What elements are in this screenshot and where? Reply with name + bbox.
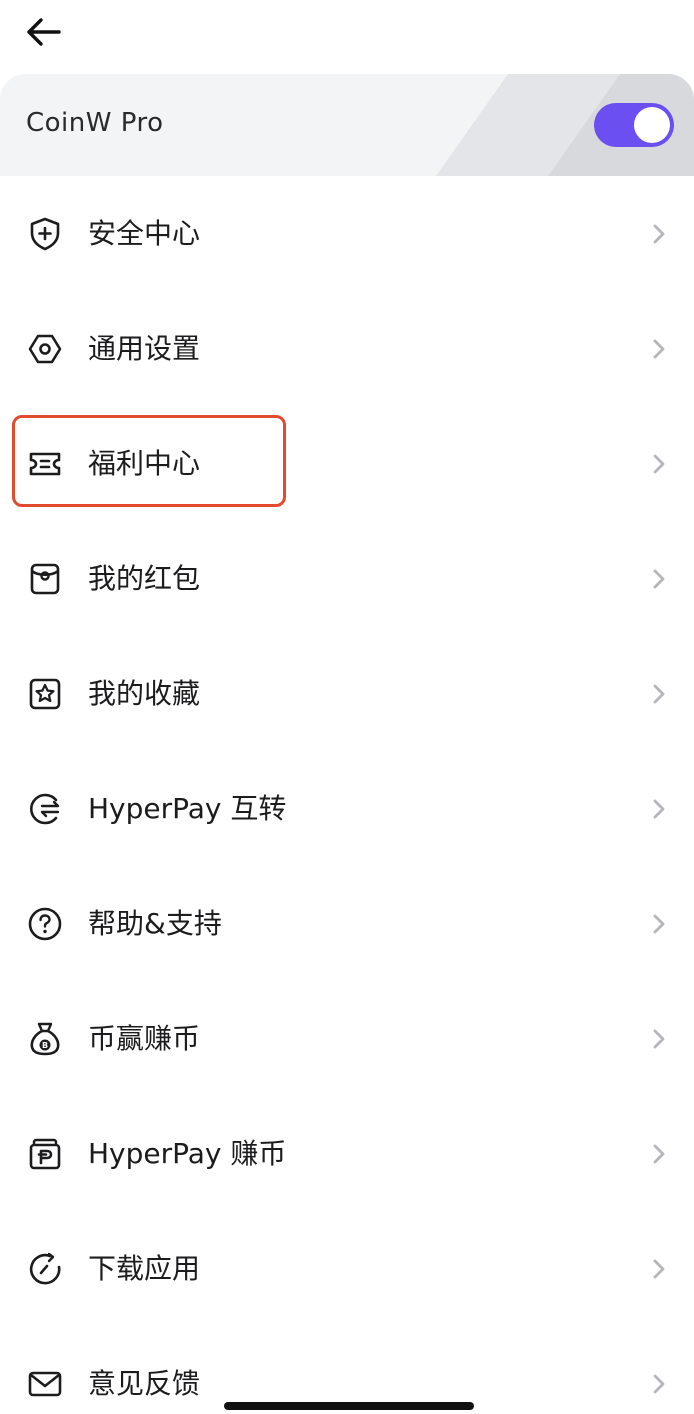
menu-item-hyperpay-transfer[interactable]: HyperPay 互转 [0,751,694,866]
menu-item-label: 帮助&支持 [88,907,222,940]
wallet-p-icon [26,1135,64,1173]
menu-item-download[interactable]: 下载应用 [0,1211,694,1326]
shield-plus-icon [26,215,64,253]
ticket-icon [26,445,64,483]
chevron-right-icon [653,799,665,819]
hexagon-gear-icon [26,330,64,368]
settings-page: CoinW Pro 安全中心 通用设置 福利中心 我的红包 我的收藏 Hyper… [0,0,694,1414]
chevron-right-icon [653,339,665,359]
menu-item-label: 安全中心 [88,217,201,250]
menu-item-general-settings[interactable]: 通用设置 [0,291,694,406]
menu-item-hyperpay-earn[interactable]: HyperPay 赚币 [0,1096,694,1211]
menu-item-help[interactable]: 帮助&支持 [0,866,694,981]
home-indicator [224,1402,474,1410]
chevron-right-icon [653,684,665,704]
money-bag-icon: B [26,1020,64,1058]
refresh-circle-icon [26,1250,64,1288]
chevron-right-icon [653,1374,665,1394]
pro-mode-label: CoinW Pro [26,108,164,138]
back-button[interactable] [20,12,66,52]
coinw-pro-card: CoinW Pro [0,74,694,176]
menu-item-label: 币赢赚币 [88,1022,201,1055]
toggle-knob [634,107,670,143]
chevron-right-icon [653,1259,665,1279]
menu-item-label: 福利中心 [88,447,201,480]
transfer-arrows-icon [26,790,64,828]
menu-item-red-packet[interactable]: 我的红包 [0,521,694,636]
chevron-right-icon [653,914,665,934]
menu-item-label: HyperPay 赚币 [88,1137,287,1170]
top-bar [0,0,694,70]
svg-text:B: B [42,1041,48,1050]
menu-item-label: 意见反馈 [88,1367,201,1400]
menu-item-label: 我的收藏 [88,677,201,710]
chevron-right-icon [653,454,665,474]
menu-item-feedback[interactable]: 意见反馈 [0,1326,694,1414]
chevron-right-icon [653,1144,665,1164]
question-circle-icon [26,905,64,943]
menu-item-label: 下载应用 [88,1252,201,1285]
chevron-right-icon [653,569,665,589]
chevron-right-icon [653,1029,665,1049]
envelope-icon [26,1365,64,1403]
arrow-left-icon [27,18,61,46]
red-envelope-icon [26,560,64,598]
pro-mode-toggle[interactable] [594,103,674,147]
menu-item-favorites[interactable]: 我的收藏 [0,636,694,751]
star-box-icon [26,675,64,713]
menu-item-label: HyperPay 互转 [88,792,287,825]
menu-item-label: 我的红包 [88,562,201,595]
menu-item-welfare[interactable]: 福利中心 [0,406,694,521]
menu-item-security[interactable]: 安全中心 [0,176,694,291]
settings-menu: 安全中心 通用设置 福利中心 我的红包 我的收藏 HyperPay 互转 帮助&… [0,176,694,1414]
menu-item-earn[interactable]: B 币赢赚币 [0,981,694,1096]
menu-item-label: 通用设置 [88,332,201,365]
chevron-right-icon [653,224,665,244]
